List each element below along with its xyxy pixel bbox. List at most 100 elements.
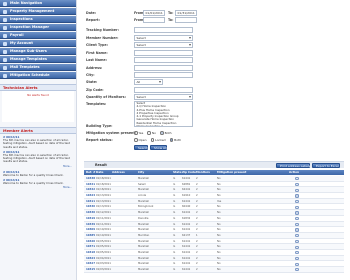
date-to-input[interactable]: 01/31/2011: [175, 10, 197, 16]
sidebar-nav-label: Inspections: [10, 17, 33, 21]
view-report-icon[interactable]: [295, 256, 299, 261]
last-name-row: Last Name:: [86, 57, 226, 63]
date-from-input[interactable]: 01/01/2011: [143, 10, 165, 16]
report-from-input[interactable]: [143, 17, 165, 23]
state-row: State: All: [86, 79, 226, 85]
sidebar-nav-label: Property Management: [10, 9, 55, 13]
sidebar-nav-label: Payroll: [10, 33, 24, 37]
print-labels-button[interactable]: Print address Labels: [276, 163, 310, 168]
view-report-icon[interactable]: [295, 245, 299, 249]
export-excel-button[interactable]: Export to Excel: [312, 163, 340, 168]
view-report-icon[interactable]: [295, 217, 299, 221]
report-to-input[interactable]: [175, 17, 197, 23]
client-type-label: Client Type:: [86, 43, 108, 47]
column-header[interactable]: Action: [289, 170, 299, 175]
mitigation-no-radio[interactable]: [147, 131, 151, 135]
table-cell: No: [217, 268, 221, 271]
column-header[interactable]: Ref. #: [86, 170, 96, 175]
report-label: Report:: [86, 18, 100, 22]
member-number-select[interactable]: Select: [134, 35, 193, 41]
mitigation-both-radio[interactable]: [160, 131, 164, 135]
status-locked-radio[interactable]: [150, 138, 155, 142]
last-name-input[interactable]: [134, 57, 193, 63]
table-cell: 01/03/2011: [96, 268, 111, 271]
column-header[interactable]: Monitors: [196, 170, 210, 175]
view-report-icon[interactable]: [295, 182, 299, 187]
member-alerts-more-link[interactable]: More...: [0, 165, 72, 168]
nav-bullet-icon: [3, 41, 7, 46]
view-report-icon[interactable]: [295, 211, 299, 215]
city-label: City:: [86, 73, 95, 77]
nav-bullet-icon: [3, 57, 7, 62]
column-header[interactable]: Zip Code: [182, 170, 196, 175]
sidebar-nav-item[interactable]: Inspections: [0, 16, 76, 23]
mitigation-yes-label: Yes: [138, 131, 144, 135]
sidebar-nav-item[interactable]: Manage Templates: [0, 56, 76, 63]
client-type-select[interactable]: Select: [134, 42, 193, 48]
column-header[interactable]: Mitigation present: [217, 170, 246, 175]
sidebar-nav-item[interactable]: Inspection Manager: [0, 24, 76, 31]
table-cell: 61441: [182, 268, 191, 271]
state-select[interactable]: All: [134, 79, 163, 85]
view-report-icon[interactable]: [295, 188, 299, 192]
sidebar-nav-item[interactable]: Payroll: [0, 32, 76, 39]
first-name-input[interactable]: [134, 50, 193, 56]
view-report-icon[interactable]: [295, 251, 299, 255]
templates-label: Templates:: [86, 102, 107, 106]
column-header[interactable]: State: [173, 170, 181, 175]
nav-bullet-icon: [3, 17, 7, 22]
column-header[interactable]: Date: [96, 170, 103, 175]
sidebar-nav-item[interactable]: Mail Templates: [0, 64, 76, 71]
column-header[interactable]: Address: [112, 170, 125, 175]
technician-alerts-empty: No alerts found: [27, 93, 49, 97]
sidebar-nav-item[interactable]: Mitigation Schedule: [0, 72, 76, 79]
column-header[interactable]: City: [138, 170, 144, 175]
sidebar-nav-label: Manage Sub-Users: [10, 49, 47, 53]
client-type-row: Client Type: Select: [86, 42, 226, 48]
zip-code-input[interactable]: [134, 87, 193, 93]
sidebar-nav-item[interactable]: Main Navigation: [0, 0, 76, 7]
mitigation-label: Mitigation system present:: [86, 131, 137, 135]
table-cell: Marshall: [138, 268, 149, 271]
member-number-row: Member Number: Select: [86, 35, 226, 41]
member-alert-item[interactable]: # 00/14/11 The 6th macros can also in sel…: [3, 135, 74, 149]
date-to-label: To:: [168, 11, 174, 15]
sidebar-nav-item[interactable]: My Account: [0, 40, 76, 47]
report-status-label: Report status:: [86, 138, 113, 142]
member-alert-item[interactable]: # 06/14/11 Welcome to Radon for a quality…: [3, 170, 74, 177]
view-report-icon[interactable]: [295, 262, 299, 266]
member-alerts-title: Member Alerts: [0, 127, 76, 134]
member-alert-item[interactable]: # 00/14/11 The 6th macros can also in sel…: [3, 150, 74, 164]
view-report-icon[interactable]: [295, 239, 299, 244]
sidebar-nav-item[interactable]: Property Management: [0, 8, 76, 15]
member-alert-item[interactable]: # 06/14/11 Welcome to Radon for a quality…: [3, 178, 74, 185]
building-type-label: Building Type:: [86, 124, 113, 128]
show-all-button[interactable]: Show All: [150, 145, 167, 150]
first-name-label: First Name:: [86, 51, 108, 55]
tracking-row: Tracking Number:: [86, 27, 226, 33]
sidebar-nav-item[interactable]: Manage Sub-Users: [0, 48, 76, 55]
view-report-icon[interactable]: [295, 268, 299, 272]
city-input[interactable]: [134, 72, 193, 78]
mitigation-yes-radio[interactable]: [134, 131, 138, 135]
view-report-icon[interactable]: [295, 177, 299, 181]
ref-number-link[interactable]: 10415: [86, 267, 95, 273]
tracking-number-input[interactable]: [134, 27, 193, 33]
view-report-icon[interactable]: [295, 228, 299, 232]
status-locked-label: Locked: [155, 138, 166, 142]
view-report-icon[interactable]: [295, 200, 299, 204]
building-type-row: Building Type:: [86, 123, 226, 129]
sidebar-nav-label: Manage Templates: [10, 57, 47, 61]
results-toolbar: Result Print address Labels Export to Ex…: [84, 161, 344, 168]
view-report-icon[interactable]: [295, 194, 299, 198]
status-both-radio[interactable]: [169, 138, 174, 142]
view-report-icon[interactable]: [295, 234, 299, 238]
view-report-icon[interactable]: [295, 205, 299, 209]
address-input[interactable]: [134, 65, 193, 71]
status-open-radio[interactable]: [134, 138, 138, 142]
report-row: Report: From: To:: [86, 17, 226, 23]
view-report-icon[interactable]: [295, 222, 299, 226]
quantity-select[interactable]: Select: [134, 94, 193, 100]
search-button[interactable]: Search: [134, 145, 148, 150]
member-alerts-more-link-2[interactable]: More...: [0, 186, 72, 189]
